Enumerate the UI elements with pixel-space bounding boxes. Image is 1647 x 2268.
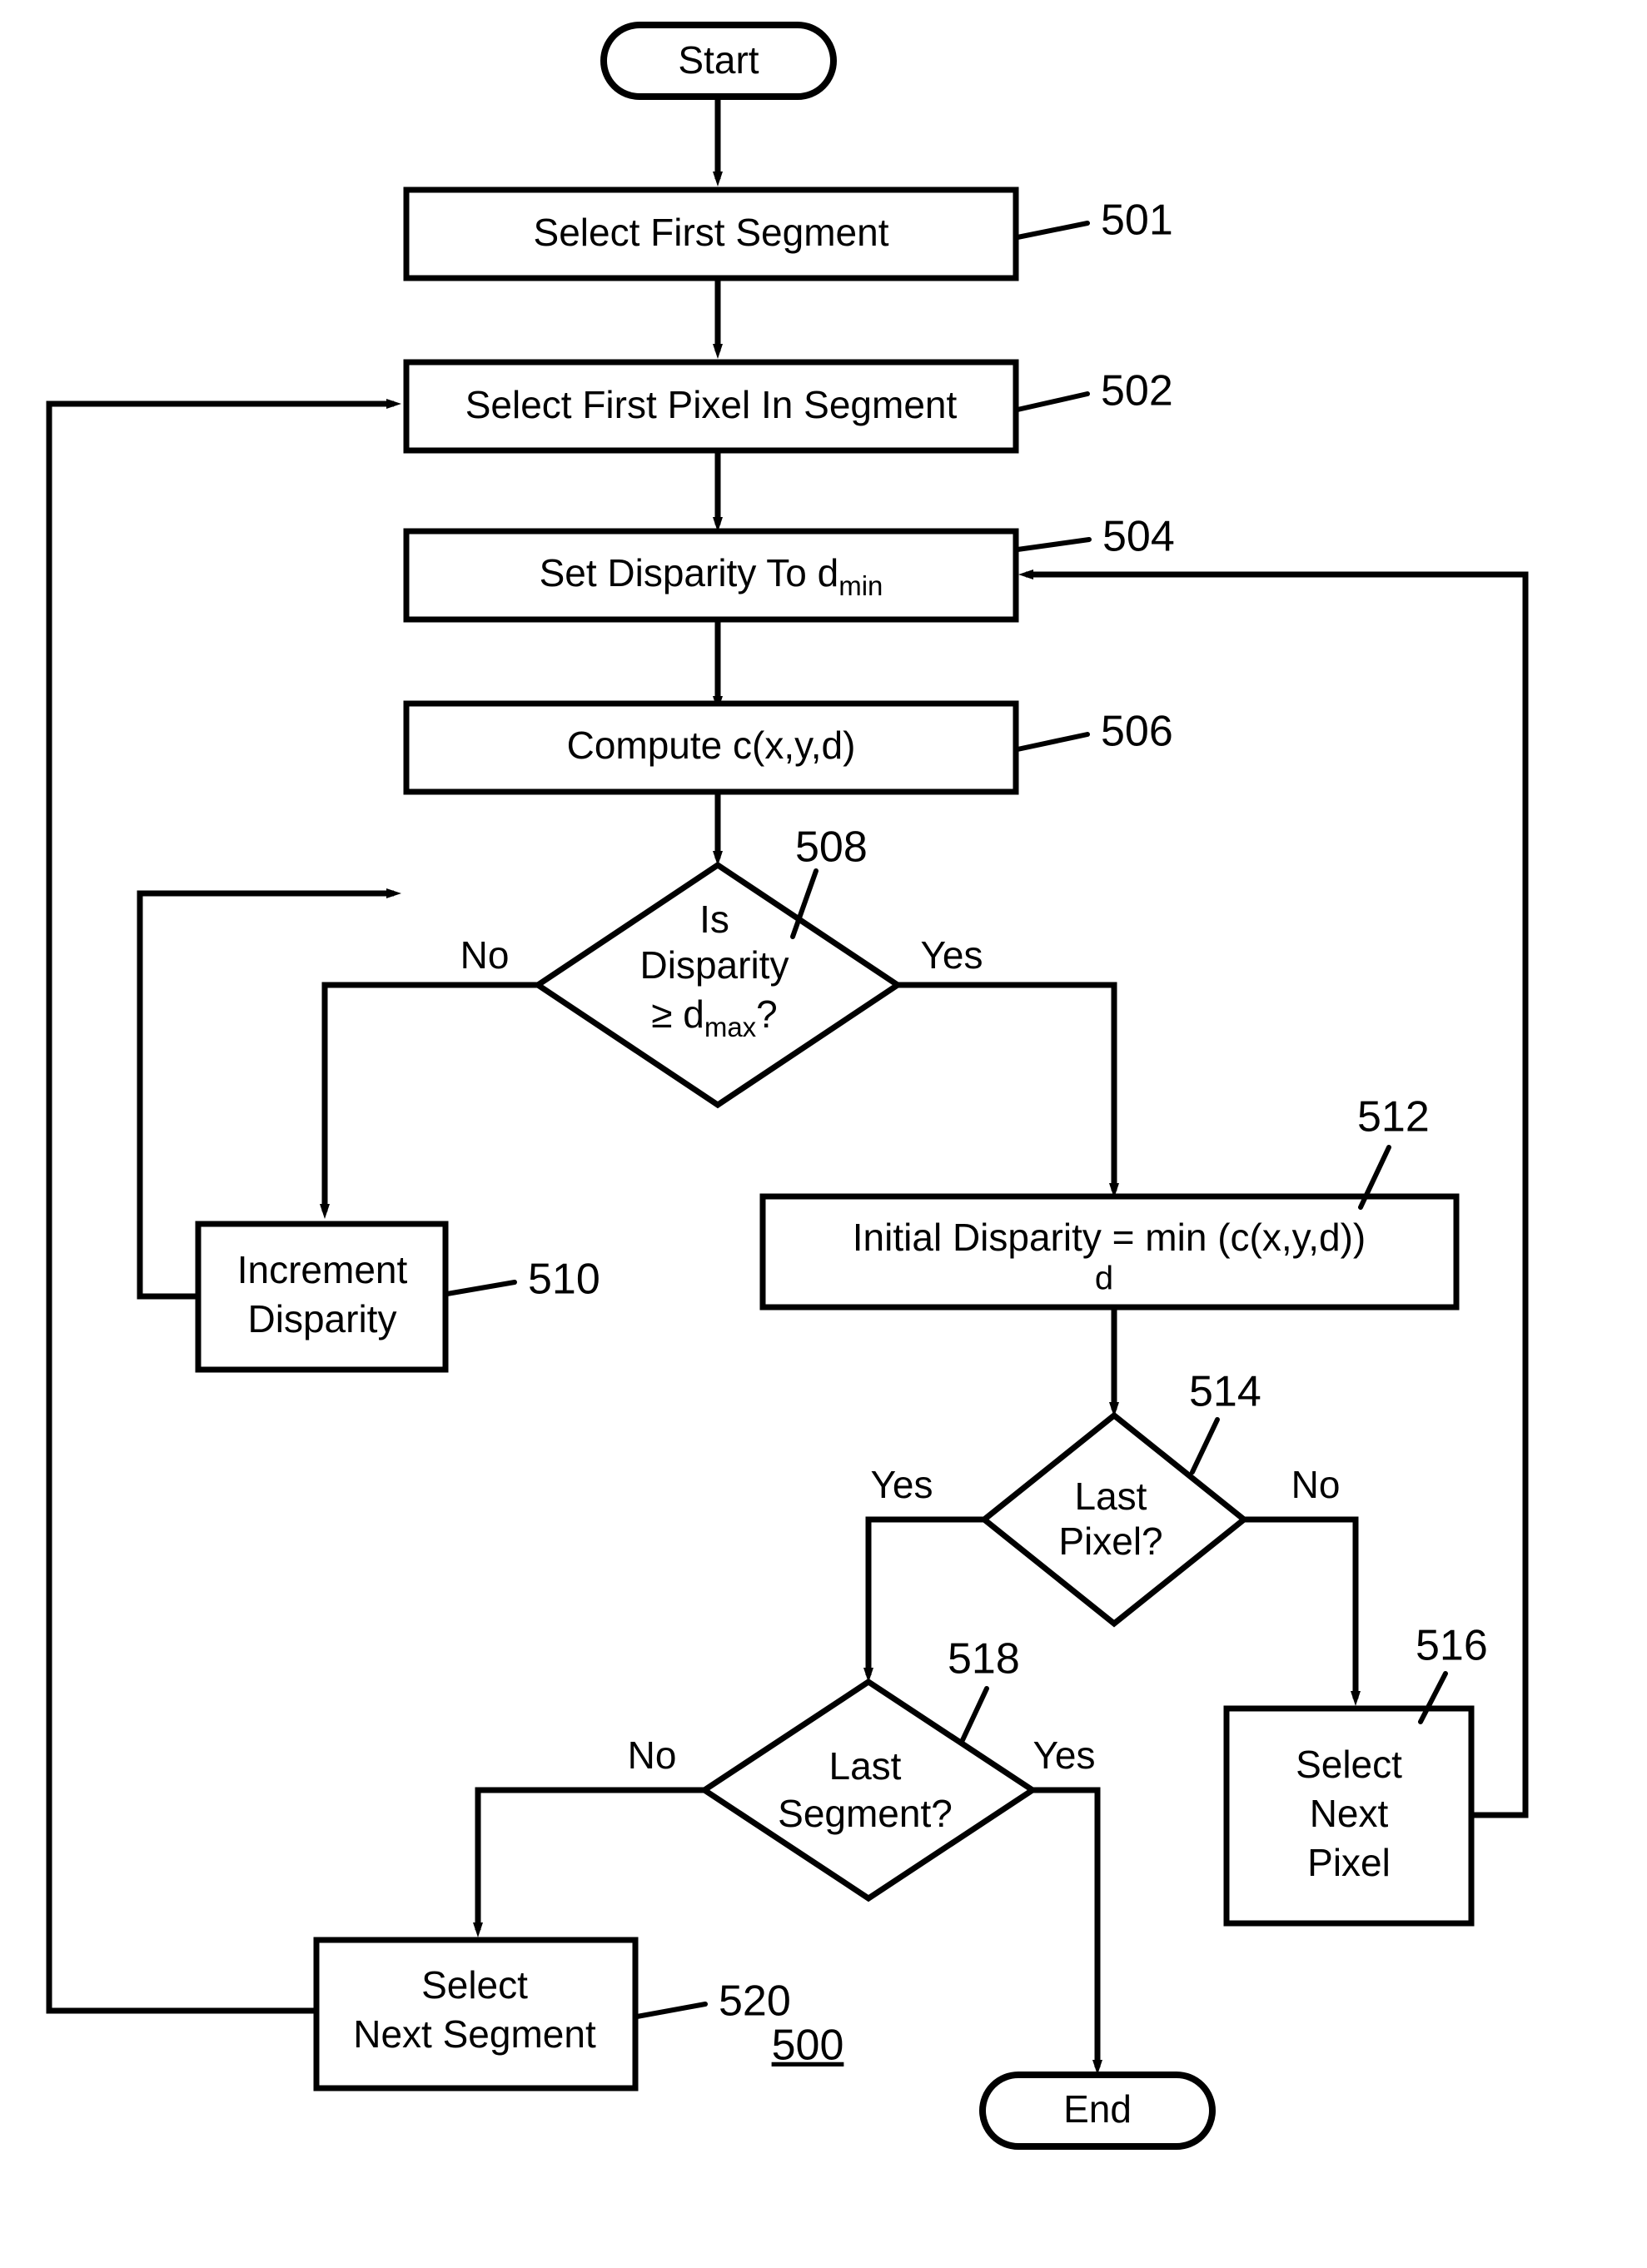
node-518-line1: Last — [829, 1744, 902, 1788]
edge-518-yes-to-end — [1032, 1787, 1102, 2075]
branch-label-518-yes: Yes — [1032, 1733, 1095, 1777]
branch-label-514-yes: Yes — [870, 1463, 933, 1506]
ref-501: 501 — [1101, 196, 1173, 245]
edge-518-no-to-520 — [473, 1787, 704, 1937]
node-510-line1: Increment — [237, 1248, 408, 1291]
node-516-line2: Next — [1310, 1792, 1389, 1835]
node-516-line1: Select — [1296, 1743, 1402, 1786]
node-512-label: Initial Disparity = min (c(x,y,d)) — [853, 1216, 1366, 1259]
ref-510: 510 — [528, 1256, 600, 1304]
node-start-label: Start — [678, 38, 759, 82]
leader-506 — [1015, 732, 1090, 752]
node-510-line2: Disparity — [248, 1297, 397, 1340]
leader-518 — [960, 1686, 989, 1743]
node-502-label: Select First Pixel In Segment — [465, 383, 958, 426]
leader-520 — [634, 2002, 708, 2019]
leader-502 — [1015, 391, 1090, 412]
node-504-label: Set Disparity To dmin — [540, 551, 883, 601]
ref-512: 512 — [1357, 1093, 1430, 1141]
node-520-line2: Next Segment — [353, 2012, 596, 2056]
leader-501 — [1015, 221, 1090, 240]
node-520-line1: Select — [421, 1963, 528, 2007]
branch-label-518-no: No — [628, 1733, 677, 1777]
node-504-subscript: min — [838, 570, 883, 601]
ref-514: 514 — [1189, 1368, 1261, 1416]
node-512-min-subscript: d — [1095, 1261, 1113, 1297]
node-514-line1: Last — [1075, 1475, 1147, 1518]
node-514-line2: Pixel? — [1058, 1519, 1162, 1563]
node-518 — [699, 1678, 1038, 1902]
edge-520-to-502-loop — [46, 399, 401, 2014]
flowchart-figure: Start Select First Segment Select First … — [0, 0, 1647, 2268]
ref-518: 518 — [948, 1635, 1020, 1684]
node-501-label: Select First Segment — [534, 211, 889, 254]
node-512-min: min — [1145, 1216, 1207, 1259]
ref-504: 504 — [1102, 513, 1175, 561]
ref-516: 516 — [1416, 1622, 1488, 1670]
edge-508-no-to-510 — [320, 982, 538, 1219]
node-504-main: Set Disparity To d — [540, 551, 839, 594]
edge-508-yes-to-512 — [898, 982, 1119, 1198]
node-end-label: End — [1063, 2087, 1132, 2131]
flowchart-canvas: Start Select First Segment Select First … — [46, 22, 1529, 2150]
node-508-line1: Is — [699, 898, 729, 941]
leader-504 — [1015, 537, 1092, 552]
edge-514-no-to-516 — [1244, 1516, 1361, 1706]
branch-label-514-no: No — [1291, 1463, 1341, 1506]
ref-520: 520 — [719, 1977, 791, 2026]
ref-506: 506 — [1101, 708, 1173, 756]
node-518-line2: Segment? — [778, 1792, 953, 1835]
ref-502: 502 — [1101, 367, 1173, 415]
node-512-expr: (c(x,y,d)) — [1207, 1216, 1366, 1259]
node-508-line2: Disparity — [640, 943, 789, 987]
node-512-lead: Initial Disparity = — [853, 1216, 1146, 1259]
node-508-operator: ≥ d — [651, 992, 704, 1036]
ref-508: 508 — [795, 823, 868, 872]
leader-514 — [1190, 1417, 1220, 1475]
leader-510 — [445, 1280, 517, 1296]
node-508-subscript: max — [704, 1012, 757, 1042]
node-508-qmark: ? — [756, 992, 778, 1036]
node-506-label: Compute c(x,y,d) — [567, 724, 856, 767]
branch-label-508-yes: Yes — [920, 933, 983, 977]
branch-label-508-no: No — [460, 933, 510, 977]
figure-number: 500 — [772, 2022, 844, 2070]
node-516-line3: Pixel — [1307, 1841, 1391, 1884]
